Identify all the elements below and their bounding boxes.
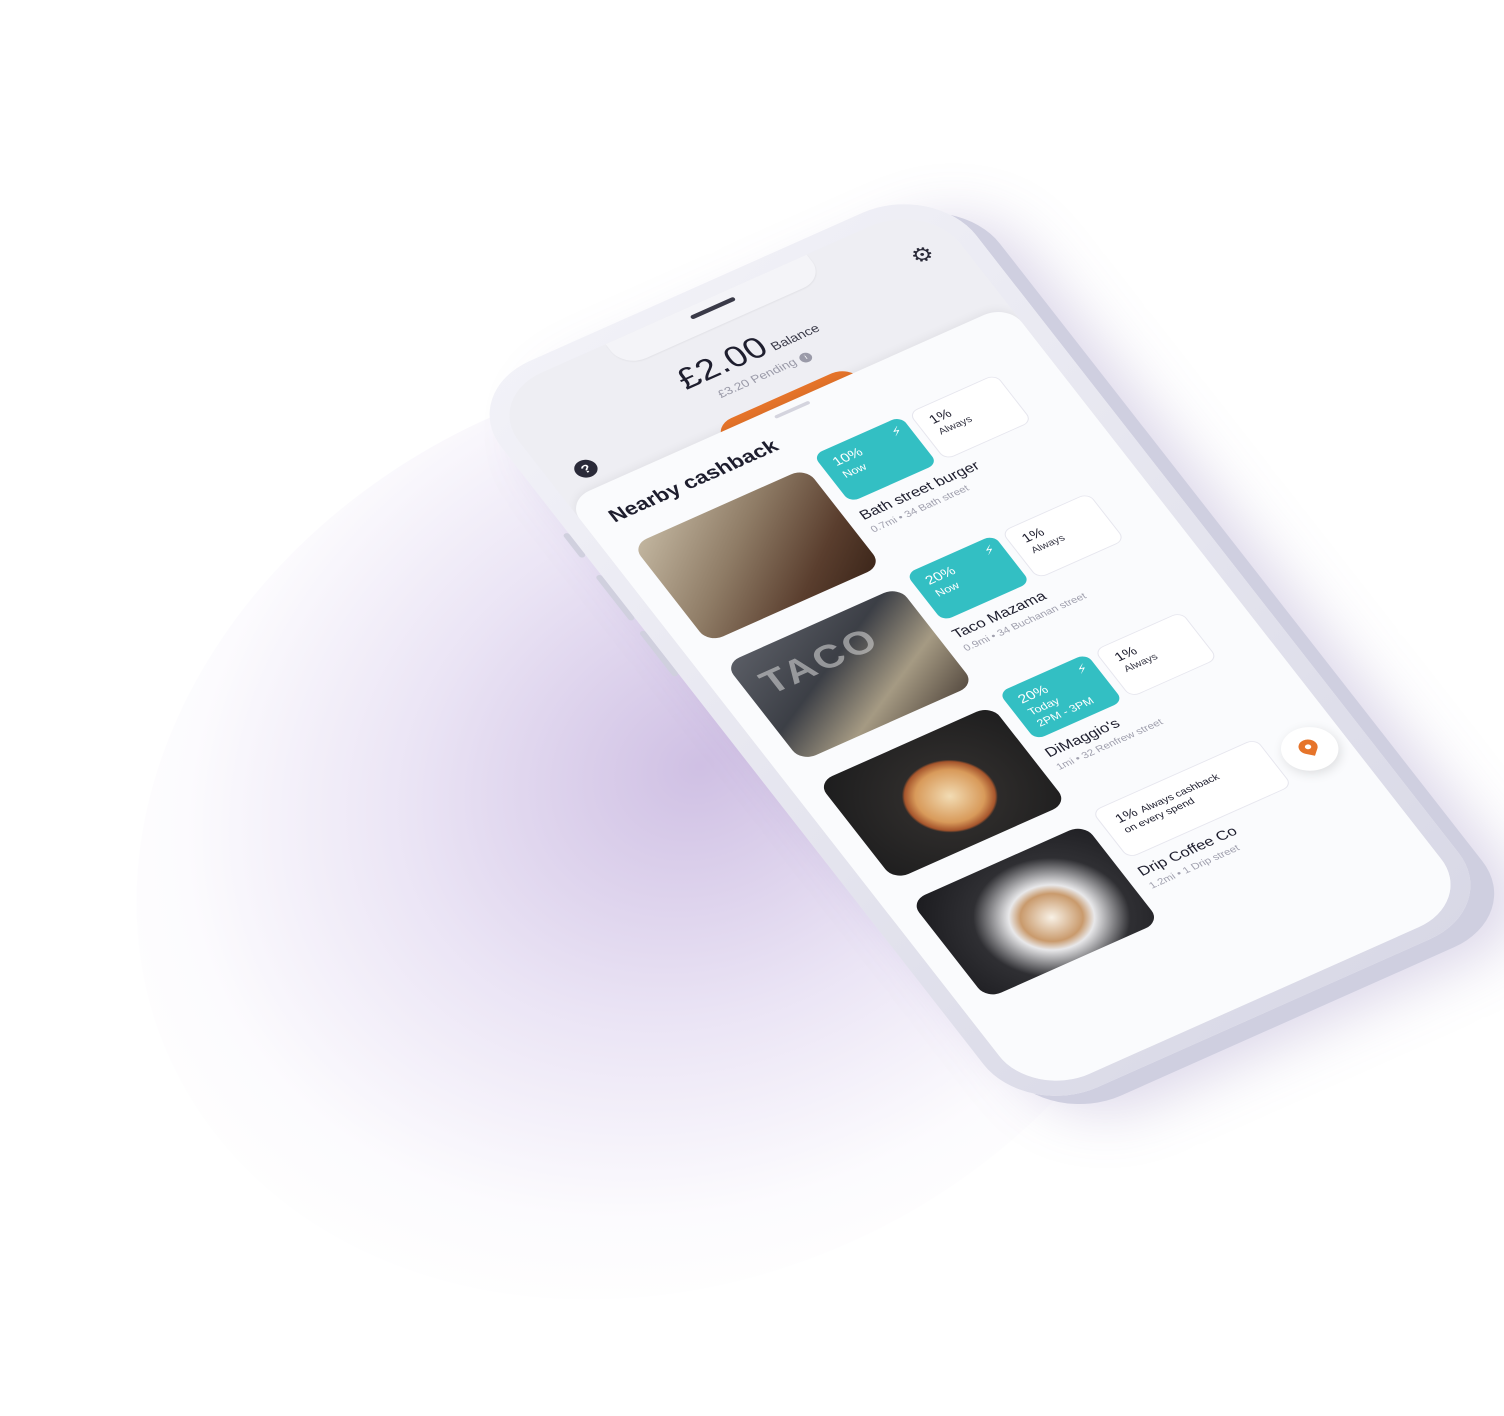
speaker xyxy=(689,296,737,320)
mute-switch xyxy=(562,532,587,559)
map-pin-icon xyxy=(1296,737,1320,756)
always-cashback-badge: 1% Always xyxy=(907,373,1033,461)
taco-sign-text: TACO xyxy=(752,620,888,702)
phone-mockup: ? ⚙ £2.00Balance £3.20 Pendingi Withdraw… xyxy=(458,181,1502,1119)
stage: ? ⚙ £2.00Balance £3.20 Pendingi Withdraw… xyxy=(0,0,1504,1416)
phone-screen: ? ⚙ £2.00Balance £3.20 Pendingi Withdraw… xyxy=(484,200,1476,1100)
info-icon[interactable]: i xyxy=(797,350,815,365)
